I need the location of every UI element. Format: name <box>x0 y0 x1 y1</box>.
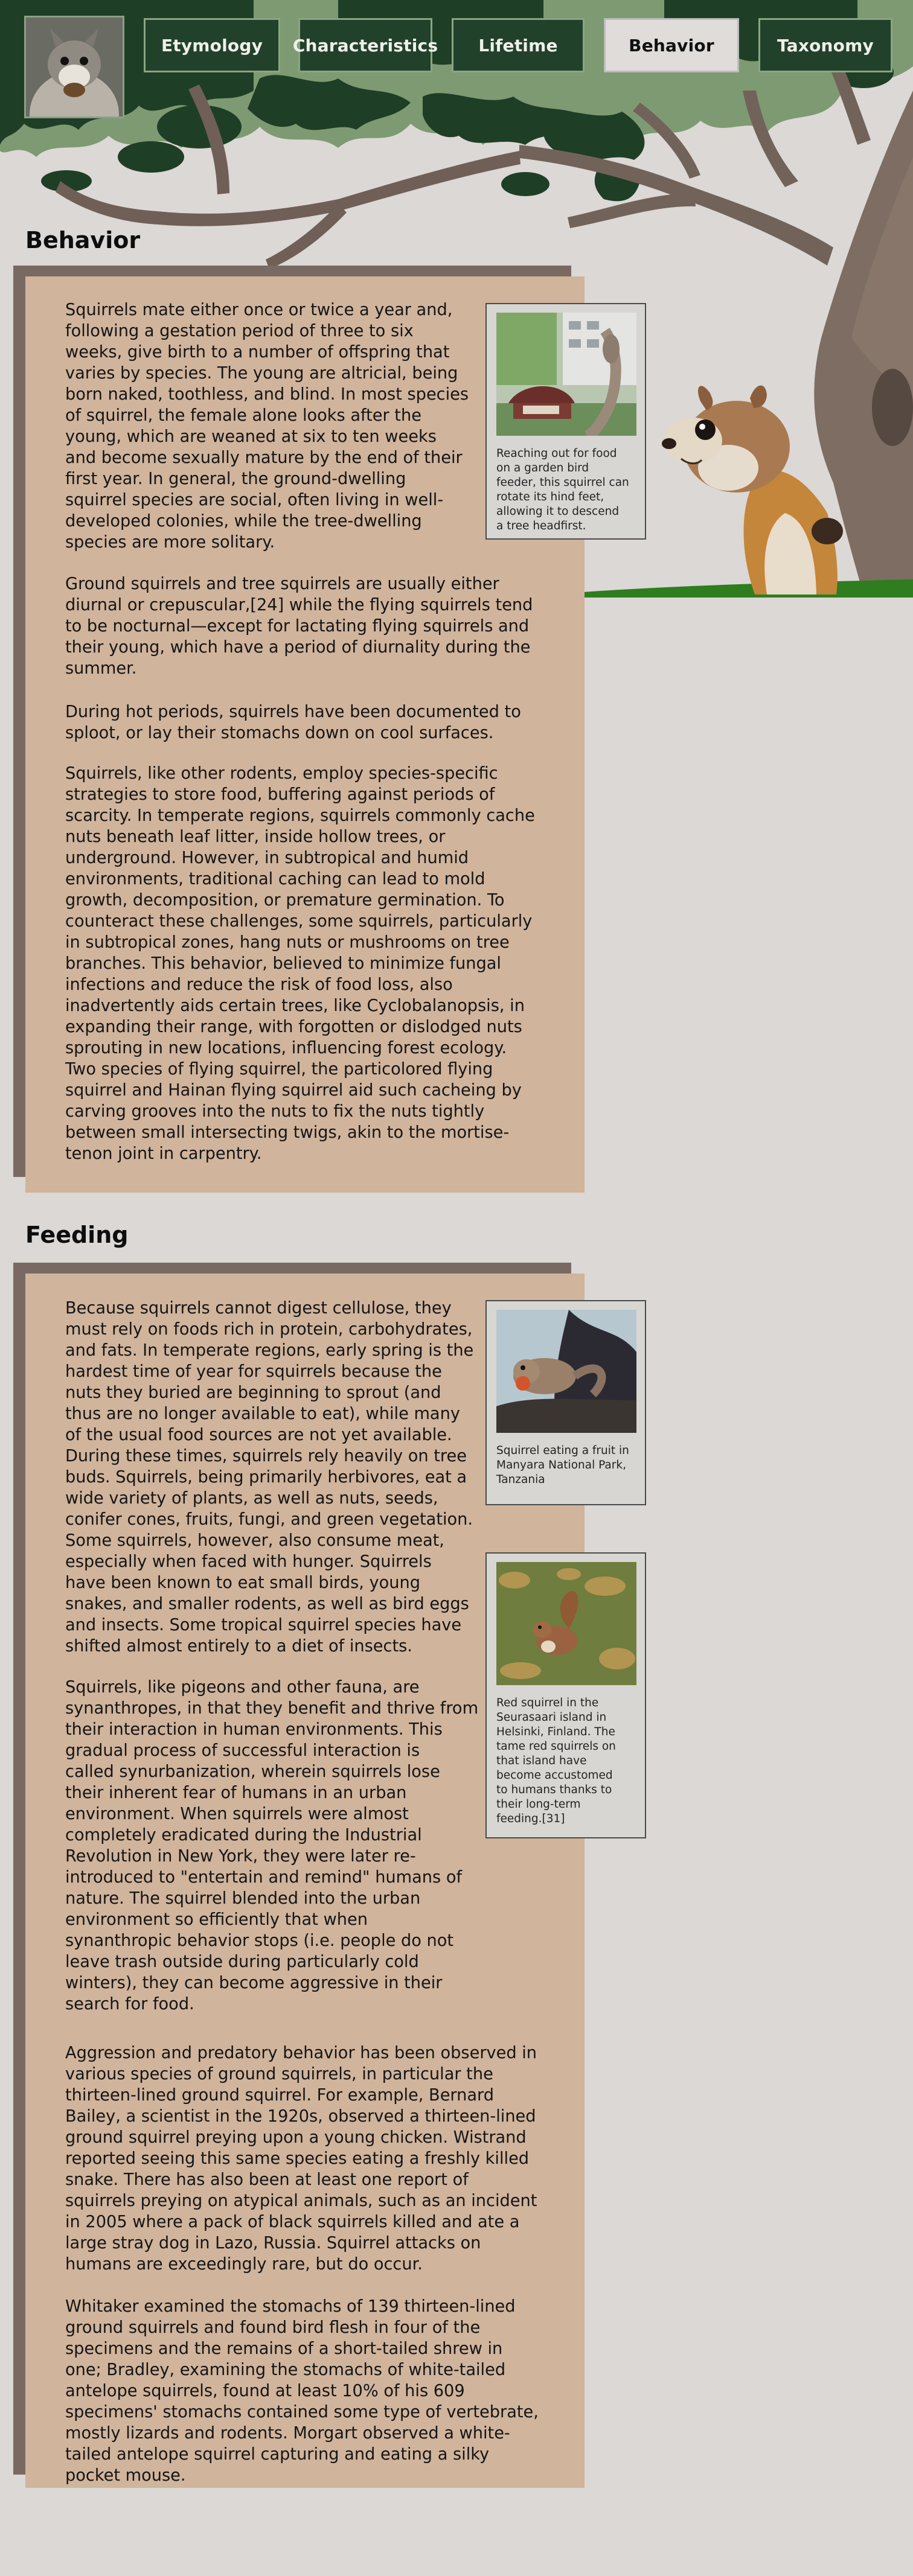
behavior-paragraph: Ground squirrels and tree squirrels are … <box>65 575 533 678</box>
red-squirrel-photo <box>496 1562 636 1685</box>
nav-tab-taxonomy[interactable]: Taxonomy <box>758 18 892 72</box>
feeding-paragraph: Because squirrels cannot digest cellulos… <box>65 1299 474 1656</box>
nav-tab-lifetime[interactable]: Lifetime <box>452 18 585 72</box>
feeding-figure: Red squirrel in the Seurasaari island in H… <box>485 1552 646 1838</box>
feeding-heading: Feeding <box>25 1222 129 1248</box>
page: Etymology Characteristics Lifetime Behav… <box>0 0 913 2576</box>
squirrel-bird-feeder-photo <box>496 313 636 436</box>
behavior-paragraph: Squirrels, like other rodents, employ sp… <box>65 764 535 1163</box>
feeding-figure-caption: Squirrel eating a fruit in Manyara Nation… <box>496 1444 629 1486</box>
squirrel-eating-fruit-photo <box>496 1310 636 1433</box>
feeding-figure: Squirrel eating a fruit in Manyara Nation… <box>485 1300 646 1505</box>
behavior-paragraph: Squirrels mate either once or twice a ye… <box>65 301 469 552</box>
behavior-figure: Reaching out for food on a garden bird fee… <box>485 303 646 540</box>
behavior-paragraph: During hot periods, squirrels have been … <box>65 703 521 742</box>
feeding-paragraph: Squirrels, like pigeons and other fauna,… <box>65 1678 479 2013</box>
behavior-heading: Behavior <box>25 227 141 253</box>
nav-tab-etymology[interactable]: Etymology <box>144 18 280 72</box>
behavior-figure-caption: Reaching out for food on a garden bird fee… <box>496 447 629 532</box>
feeding-figure-caption: Red squirrel in the Seurasaari island in H… <box>496 1697 616 1825</box>
squirrel-avatar <box>24 16 124 118</box>
feeding-paragraph: Aggression and predatory behavior has be… <box>65 2044 537 2274</box>
feeding-paragraph: Whitaker examined the stomachs of 139 th… <box>65 2297 539 2485</box>
nav-tab-characteristics[interactable]: Characteristics <box>293 18 438 72</box>
nav-tab-behavior[interactable]: Behavior <box>604 18 739 72</box>
